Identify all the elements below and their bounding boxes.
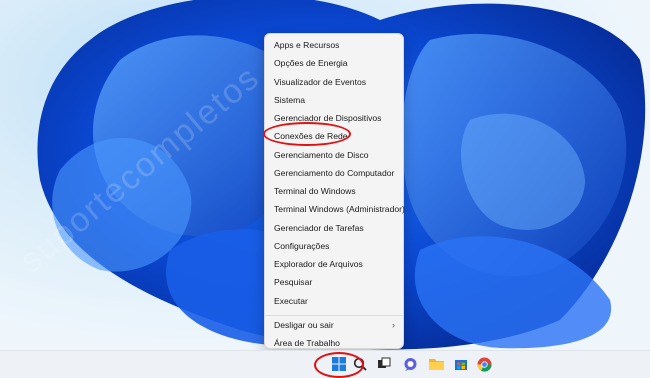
menu-item-label: Configurações — [274, 240, 330, 251]
menu-item-gerenciamento-do-computador[interactable]: Gerenciamento do Computador — [265, 164, 403, 182]
task-view-icon[interactable] — [376, 356, 392, 372]
menu-item-label: Visualizador de Eventos — [274, 76, 367, 87]
menu-item-label: Pesquisar — [274, 277, 313, 288]
menu-item-label: Terminal do Windows — [274, 186, 356, 196]
menu-item-gerenciador-de-tarefas[interactable]: Gerenciador de Tarefas — [265, 219, 403, 237]
microsoft-store-icon[interactable] — [453, 356, 469, 372]
file-explorer-icon[interactable] — [428, 356, 444, 372]
menu-item-label: Gerenciamento do Computador — [274, 167, 395, 178]
menu-item-label: Explorador de Arquivos — [274, 259, 363, 269]
menu-item-label: Área de Trabalho — [274, 338, 340, 348]
menu-item-label: Gerenciamento de Disco — [274, 149, 369, 160]
menu-item-label: Terminal Windows (Administrador) — [274, 204, 405, 215]
menu-item-configuracoes[interactable]: Configurações — [265, 237, 403, 255]
menu-item-sistema[interactable]: Sistema — [265, 91, 403, 109]
menu-item-label: Desligar ou sair — [274, 319, 334, 330]
menu-item-label: Opções de Energia — [274, 58, 348, 69]
menu-item-label: Gerenciador de Dispositivos — [274, 113, 382, 123]
menu-item-executar[interactable]: Executar — [265, 292, 403, 310]
menu-item-gerenciamento-de-disco[interactable]: Gerenciamento de Disco — [265, 146, 403, 164]
menu-item-terminal-windows-admin[interactable]: Terminal Windows (Administrador) — [265, 200, 405, 218]
menu-item-visualizador-de-eventos[interactable]: Visualizador de Eventos — [265, 73, 403, 91]
chevron-right-icon: › — [392, 319, 395, 330]
highlight-annotation-start — [314, 352, 364, 378]
chrome-icon[interactable] — [476, 356, 492, 372]
menu-item-desligar-ou-sair[interactable]: Desligar ou sair › — [265, 314, 403, 334]
menu-item-pesquisar[interactable]: Pesquisar — [265, 273, 403, 291]
menu-item-terminal-do-windows[interactable]: Terminal do Windows — [265, 182, 403, 200]
menu-item-label: Apps e Recursos — [274, 40, 340, 50]
chat-icon[interactable] — [402, 356, 418, 372]
power-user-context-menu: Apps e Recursos Opções de Energia Visual… — [264, 33, 405, 349]
menu-item-label: Sistema — [274, 94, 306, 105]
menu-item-explorador-de-arquivos[interactable]: Explorador de Arquivos — [265, 255, 403, 273]
menu-item-label: Gerenciador de Tarefas — [274, 222, 364, 233]
menu-item-apps-e-recursos[interactable]: Apps e Recursos — [265, 36, 403, 54]
highlight-annotation-conexoes — [263, 122, 351, 146]
menu-item-opcoes-de-energia[interactable]: Opções de Energia — [265, 54, 403, 72]
menu-item-label: Executar — [274, 295, 308, 306]
